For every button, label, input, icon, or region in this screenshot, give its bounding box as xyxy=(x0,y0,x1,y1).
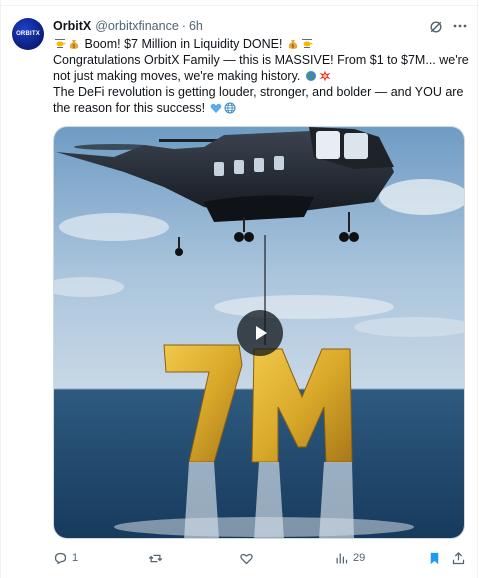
blue-heart-emoji-icon xyxy=(210,103,222,113)
collision-emoji-icon xyxy=(319,70,331,82)
share-button[interactable] xyxy=(451,548,466,568)
tweet-line-4: The DeFi revolution is getting louder, s… xyxy=(53,85,464,99)
avatar-logo-text: ORBITX xyxy=(16,31,40,37)
tweet-line-1: $ Boom! $7 Million in Liquidity DONE! $ xyxy=(53,36,465,52)
tweet-line-5-text: the reason for this success! xyxy=(53,101,206,115)
views-count: 29 xyxy=(353,552,366,564)
money-bag-emoji-icon: $ xyxy=(69,40,79,50)
money-bag-emoji-icon: $ xyxy=(288,40,298,50)
author-name[interactable]: OrbitX xyxy=(53,19,91,33)
tweet-timestamp[interactable]: 6h xyxy=(189,19,203,33)
tweet-line-1-text: Boom! $7 Million in Liquidity DONE! xyxy=(84,37,283,51)
like-icon xyxy=(240,553,253,564)
reply-count: 1 xyxy=(72,552,79,564)
svg-text:$: $ xyxy=(72,44,75,50)
like-button[interactable] xyxy=(239,548,258,568)
reply-button[interactable]: 1 xyxy=(53,548,78,568)
views-button[interactable]: 29 xyxy=(334,548,365,568)
helicopter-emoji-icon xyxy=(301,39,313,48)
tweet-video[interactable]: 7M xyxy=(53,126,465,539)
tweet-text: $ Boom! $7 Million in Liquidity DONE! $ … xyxy=(53,36,469,116)
svg-text:$: $ xyxy=(291,44,294,50)
more-icon[interactable] xyxy=(452,18,468,34)
reply-icon xyxy=(54,552,67,564)
play-button[interactable] xyxy=(237,310,283,356)
avatar[interactable]: ORBITX xyxy=(12,18,44,50)
tweet-line-3-text: not just making moves, we're making hist… xyxy=(53,69,301,83)
share-icon xyxy=(452,551,465,564)
tweet-line-5: the reason for this success! xyxy=(53,100,465,116)
tweet-line-3: not just making moves, we're making hist… xyxy=(53,68,465,84)
globe-meridians-emoji-icon xyxy=(224,102,236,114)
tweet-line-2: Congratulations OrbitX Family — this is … xyxy=(53,53,469,67)
bookmark-button[interactable] xyxy=(427,548,442,568)
repost-icon xyxy=(148,554,163,562)
play-icon xyxy=(256,326,267,340)
header-separator: · xyxy=(181,19,186,33)
author-handle[interactable]: @orbitxfinance xyxy=(95,19,179,33)
repost-button[interactable] xyxy=(148,548,167,568)
right-border xyxy=(477,0,478,578)
grok-icon[interactable] xyxy=(429,20,443,34)
helicopter-emoji-icon xyxy=(55,39,66,48)
bookmark-icon xyxy=(430,552,439,564)
globe-emoji-icon xyxy=(305,71,316,81)
tweet-actions: 1 29 xyxy=(53,548,473,568)
tweet-card[interactable]: ORBITX OrbitX @orbitxfinance · 6h $ Boom… xyxy=(1,6,477,578)
views-icon xyxy=(336,553,348,563)
tweet-header: OrbitX @orbitxfinance · 6h xyxy=(53,18,203,34)
